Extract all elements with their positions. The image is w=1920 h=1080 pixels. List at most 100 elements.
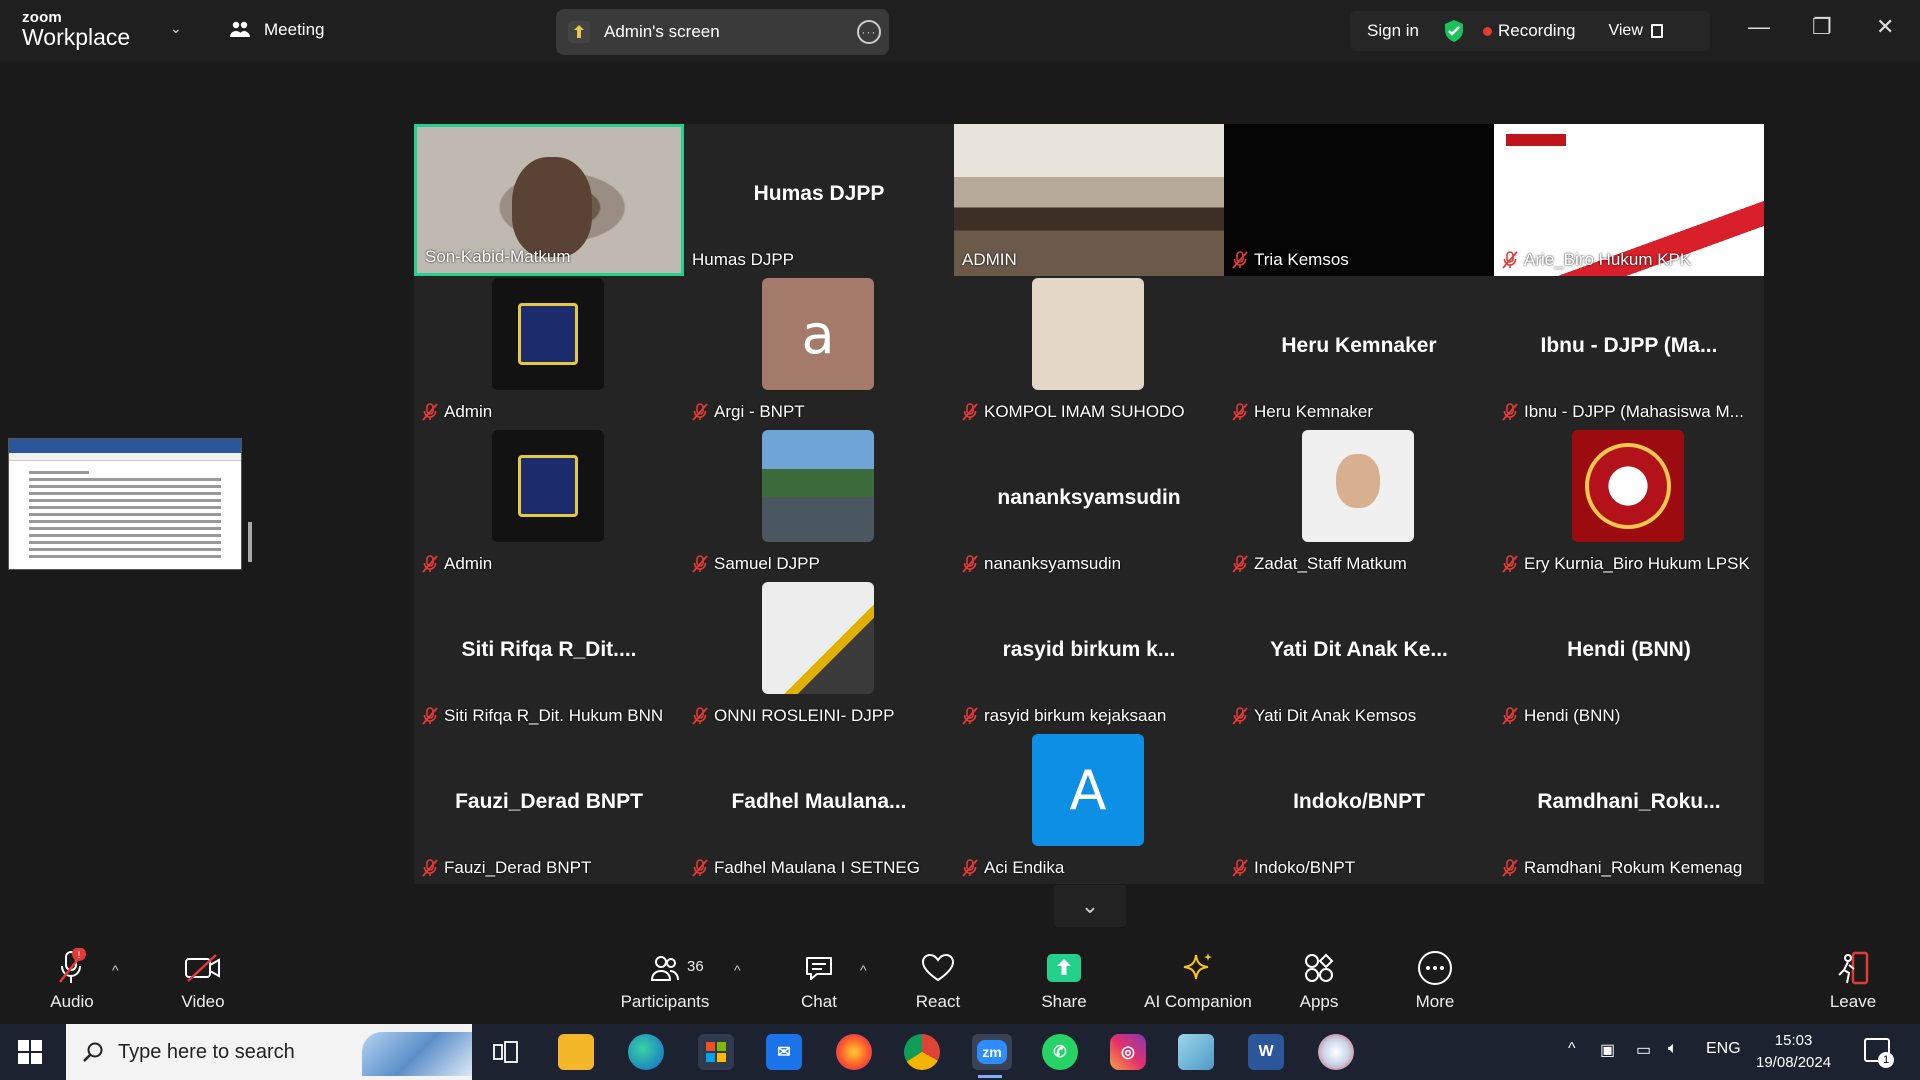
windows-start-icon[interactable]	[18, 1040, 42, 1064]
participant-name: ONNI ROSLEINI- DJPP	[714, 706, 895, 725]
recording-indicator[interactable]: Recording	[1482, 21, 1575, 41]
participant-tile[interactable]: Ramdhani_Roku... Ramdhani_Rokum Kemenag	[1494, 732, 1764, 884]
edge-icon[interactable]	[628, 1034, 664, 1070]
participant-name-label: Ibnu - DJPP (Mahasiswa M...	[1502, 402, 1744, 422]
tray-chevron-up-icon[interactable]: ^	[1568, 1040, 1576, 1058]
chrome-icon[interactable]	[904, 1034, 940, 1070]
participant-name-label: KOMPOL IMAM SUHODO	[962, 402, 1185, 422]
word-icon[interactable]: W	[1248, 1034, 1284, 1070]
participants-caret-icon[interactable]: ^	[734, 962, 741, 978]
participant-tile[interactable]: Ibnu - DJPP (Ma... Ibnu - DJPP (Mahasiswa…	[1494, 276, 1764, 428]
chat-icon	[764, 948, 874, 988]
participant-tile[interactable]: a Argi - BNPT	[684, 276, 954, 428]
participant-tile[interactable]: Indoko/BNPT Indoko/BNPT	[1224, 732, 1494, 884]
audio-options-caret-icon[interactable]: ^	[112, 962, 119, 978]
participant-name: Aci Endika	[984, 858, 1065, 877]
participant-tile[interactable]: Yati Dit Anak Ke... Yati Dit Anak Kemsos	[1224, 580, 1494, 732]
participant-tile[interactable]: Admin	[414, 276, 684, 428]
participant-name: Tria Kemsos	[1254, 250, 1349, 269]
people-icon	[230, 21, 250, 37]
notepad-icon[interactable]	[1178, 1034, 1214, 1070]
display-icon[interactable]: ▭	[1636, 1040, 1651, 1060]
participant-name: rasyid birkum kejaksaan	[984, 706, 1167, 725]
participant-tile[interactable]: Tria Kemsos	[1224, 124, 1494, 276]
leave-button[interactable]: Leave	[1798, 948, 1908, 1012]
participant-tile[interactable]: Arie_Biro Hukum KPK	[1494, 124, 1764, 276]
taskbar-search[interactable]: Type here to search	[66, 1024, 472, 1080]
participant-name-label: Siti Rifqa R_Dit. Hukum BNN	[422, 706, 663, 726]
language-indicator[interactable]: ENG	[1706, 1040, 1741, 1058]
taskbar-clock[interactable]: 15:03 19/08/2024	[1756, 1030, 1831, 1074]
participant-name-label: Ramdhani_Rokum Kemenag	[1502, 858, 1742, 878]
share-logo-icon	[568, 21, 590, 43]
search-placeholder: Type here to search	[118, 1040, 295, 1063]
mic-muted-icon	[962, 403, 978, 421]
network-icon[interactable]: ▣	[1600, 1040, 1615, 1060]
restore-icon[interactable]: ❐	[1812, 14, 1832, 40]
chat-caret-icon[interactable]: ^	[860, 962, 867, 978]
volume-icon[interactable]: 🔈︎	[1668, 1040, 1678, 1058]
participant-tile[interactable]: Humas DJPP Humas DJPP	[684, 124, 954, 276]
participant-tile[interactable]: Hendi (BNN) Hendi (BNN)	[1494, 580, 1764, 732]
participant-name: Argi - BNPT	[714, 402, 805, 421]
participant-tile[interactable]: Fadhel Maulana... Fadhel Maulana I SETNEG	[684, 732, 954, 884]
sign-in-button[interactable]: Sign in	[1367, 21, 1419, 41]
participant-tile[interactable]: Siti Rifqa R_Dit.... Siti Rifqa R_Dit. Hu…	[414, 580, 684, 732]
whatsapp-icon[interactable]: ✆	[1042, 1034, 1078, 1070]
more-button[interactable]: More	[1380, 948, 1490, 1012]
notification-icon[interactable]: 1	[1864, 1038, 1894, 1068]
participant-tile[interactable]: ADMIN	[954, 124, 1224, 276]
participant-tile[interactable]: Fauzi_Derad BNPT Fauzi_Derad BNPT	[414, 732, 684, 884]
participant-tile[interactable]: Son-Kabid-Matkum	[414, 124, 684, 276]
react-label: React	[915, 992, 961, 1011]
participant-tile[interactable]: Samuel DJPP	[684, 428, 954, 580]
minimize-icon[interactable]: —	[1748, 14, 1770, 40]
audio-button[interactable]: ! Audio	[17, 948, 127, 1012]
participant-tile[interactable]: nananksyamsudin nananksyamsudin	[954, 428, 1224, 580]
shared-screen-thumbnail[interactable]	[8, 438, 242, 570]
leave-label: Leave	[1829, 992, 1877, 1011]
chevron-down-icon[interactable]: ⌄	[170, 20, 182, 37]
ai-companion-button[interactable]: AI Companion	[1143, 948, 1253, 1012]
scroll-down-icon[interactable]: ⌄	[1054, 885, 1126, 927]
participant-tile[interactable]: KOMPOL IMAM SUHODO	[954, 276, 1224, 428]
profile-avatar	[1032, 278, 1144, 390]
meeting-menu[interactable]: Meeting	[228, 18, 324, 42]
participant-tile[interactable]: A Aci Endika	[954, 732, 1224, 884]
firefox-icon[interactable]	[836, 1034, 872, 1070]
participant-name-center: Ramdhani_Roku...	[1537, 790, 1721, 813]
participant-tile[interactable]: Ery Kurnia_Biro Hukum LPSK	[1494, 428, 1764, 580]
shared-screen-pill[interactable]: Admin's screen ···	[556, 9, 889, 55]
file-explorer-icon[interactable]	[558, 1034, 594, 1070]
apps-button[interactable]: Apps	[1264, 948, 1374, 1012]
avatar-letter: a	[801, 302, 835, 366]
participant-name-center: Fauzi_Derad BNPT	[455, 790, 643, 813]
instagram-icon[interactable]: ◎	[1110, 1034, 1146, 1070]
participant-name-label: Indoko/BNPT	[1232, 858, 1355, 878]
participant-tile[interactable]: Zadat_Staff Matkum	[1224, 428, 1494, 580]
react-button[interactable]: React	[883, 948, 993, 1012]
split-drag-handle[interactable]	[248, 522, 252, 562]
participant-name: Hendi (BNN)	[1524, 706, 1621, 725]
participant-tile[interactable]: rasyid birkum k... rasyid birkum kejaksaa…	[954, 580, 1224, 732]
participant-tile[interactable]: Admin	[414, 428, 684, 580]
participant-name-center: Humas DJPP	[753, 182, 885, 205]
paint-icon[interactable]	[1318, 1034, 1354, 1070]
zoom-logo[interactable]: zoom Workplace	[22, 10, 130, 49]
close-icon[interactable]: ✕	[1876, 14, 1894, 40]
ai-companion-label: AI Companion	[1144, 992, 1252, 1011]
zoom-taskbar-icon[interactable]: zm	[972, 1034, 1012, 1078]
shield-check-icon[interactable]	[1443, 19, 1465, 43]
more-options-icon[interactable]: ···	[857, 20, 881, 44]
chat-button[interactable]: Chat	[764, 948, 874, 1012]
participant-name: Arie_Biro Hukum KPK	[1524, 250, 1692, 269]
mail-icon[interactable]: ✉	[766, 1034, 802, 1070]
task-view-icon[interactable]	[488, 1034, 524, 1070]
participant-name-label: Arie_Biro Hukum KPK	[1502, 250, 1691, 270]
participant-tile[interactable]: ONNI ROSLEINI- DJPP	[684, 580, 954, 732]
view-button[interactable]: View	[1608, 22, 1663, 40]
participant-tile[interactable]: Heru Kemnaker Heru Kemnaker	[1224, 276, 1494, 428]
video-button[interactable]: Video	[148, 948, 258, 1012]
store-icon[interactable]	[698, 1034, 734, 1070]
share-button[interactable]: Share	[1009, 948, 1119, 1012]
